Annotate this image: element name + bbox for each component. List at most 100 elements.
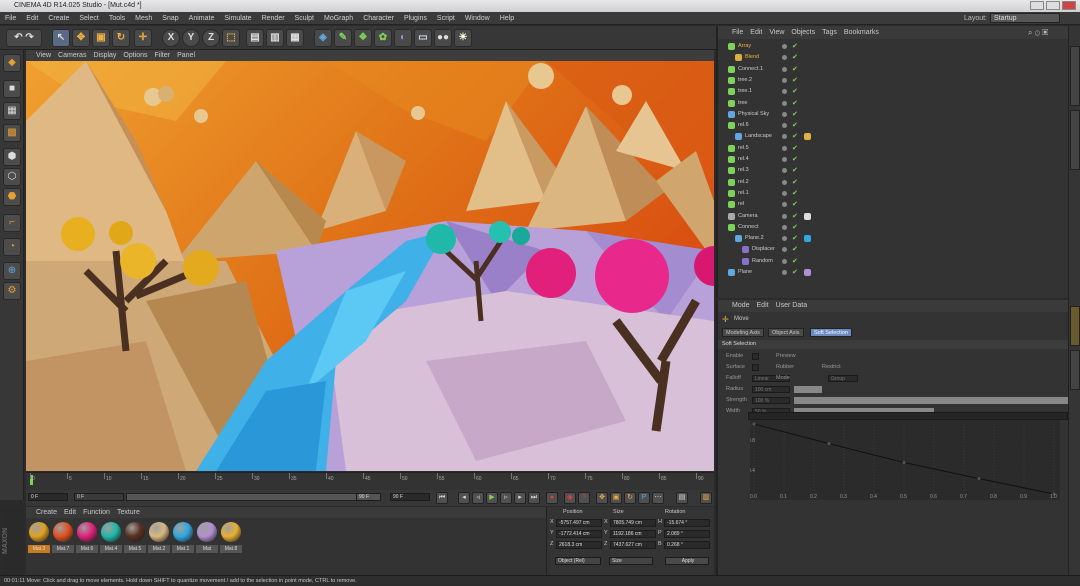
3d-viewport[interactable]	[26, 61, 714, 471]
prev-frame-icon[interactable]: ◃	[472, 492, 484, 504]
lock-icon[interactable]: ⚙	[3, 282, 21, 300]
enable-axis-icon[interactable]: ⌐	[3, 214, 21, 232]
key-pla-icon[interactable]: ⋯	[652, 492, 664, 504]
visibility-dot[interactable]	[782, 258, 787, 264]
object-row[interactable]: rel.2 ✔	[718, 177, 1070, 188]
visibility-dot[interactable]	[782, 168, 787, 174]
obj-menu-objects[interactable]: Objects	[791, 29, 815, 36]
obj-menu-edit[interactable]: Edit	[750, 29, 762, 36]
menu-character[interactable]: Character	[358, 12, 399, 25]
mat-menu-create[interactable]: Create	[36, 509, 57, 516]
attr-checkbox[interactable]	[752, 364, 759, 371]
visibility-dot[interactable]	[782, 55, 787, 61]
obj-menu-tags[interactable]: Tags	[822, 29, 837, 36]
key-position-icon[interactable]: ✥	[596, 492, 608, 504]
visibility-dot[interactable]	[782, 134, 787, 140]
object-tag-icon[interactable]	[804, 133, 811, 141]
tab-soft-selection[interactable]: Soft Selection	[810, 328, 852, 337]
object-tag-icon[interactable]	[804, 235, 811, 243]
record-icon[interactable]: ●	[546, 492, 558, 504]
max-frame-field[interactable]: 90 F	[390, 493, 430, 501]
start-frame-field[interactable]: 0 F	[74, 493, 124, 501]
camera-icon[interactable]: ●●	[434, 29, 452, 47]
array-icon[interactable]: ✿	[374, 29, 392, 47]
tab-layers[interactable]	[1070, 350, 1080, 390]
vp-menu-panel[interactable]: Panel	[177, 52, 195, 59]
material-swatch[interactable]: Mat.2	[148, 521, 170, 553]
maximize-button[interactable]	[1046, 1, 1060, 10]
next-frame-icon[interactable]: ▹	[500, 492, 512, 504]
enabled-check-icon[interactable]: ✔	[792, 244, 798, 255]
attr-checkbox[interactable]	[752, 353, 759, 360]
next-key-icon[interactable]: ▸	[514, 492, 526, 504]
goto-end-icon[interactable]: ⏭	[528, 492, 540, 504]
menu-file[interactable]: File	[0, 12, 21, 25]
visibility-dot[interactable]	[782, 236, 787, 242]
visibility-dot[interactable]	[782, 44, 787, 49]
scale-icon[interactable]: ▣	[92, 29, 110, 47]
material-swatch[interactable]: Mat.6	[76, 521, 98, 553]
vp-menu-display[interactable]: Display	[93, 52, 116, 59]
play-icon[interactable]: ▶	[486, 492, 498, 504]
size-mode-select[interactable]: Size	[609, 557, 653, 565]
object-row[interactable]: Displacer ✔	[718, 244, 1070, 255]
object-tag-icon[interactable]	[804, 269, 811, 276]
coord-mode-select[interactable]: Object (Rel)	[555, 557, 601, 565]
visibility-dot[interactable]	[782, 202, 787, 208]
object-row[interactable]: Array ✔	[718, 41, 1070, 52]
size-field[interactable]: 7437.627 cm	[610, 541, 656, 549]
mat-menu-function[interactable]: Function	[83, 509, 110, 516]
material-swatch[interactable]: Mat.5	[124, 521, 146, 553]
falloff-graph[interactable]: 1 0.8 0.4 0.0 0.1 0.2 0.3 0.4 0.5 0.6 0.7 0.8 0.9 1.…	[748, 420, 1060, 500]
position-field[interactable]: -1772.414 cm	[556, 530, 602, 538]
end-frame-field[interactable]: 90 F	[356, 493, 381, 501]
render-picture-icon[interactable]: ▥	[266, 29, 284, 47]
material-swatch[interactable]: Mat.8	[220, 521, 242, 553]
enabled-check-icon[interactable]: ✔	[792, 41, 798, 52]
keyframe-selection-icon[interactable]: ?	[578, 492, 590, 504]
obj-menu-file[interactable]: File	[732, 29, 743, 36]
visibility-dot[interactable]	[782, 89, 787, 95]
texture-mode-icon[interactable]: ▦	[3, 102, 21, 120]
vp-menu-filter[interactable]: Filter	[155, 52, 171, 59]
apply-button[interactable]: Apply	[665, 557, 709, 565]
recent-tool-icon[interactable]: ✛	[134, 29, 152, 47]
motion-icon[interactable]: ▥	[700, 492, 712, 504]
mat-menu-edit[interactable]: Edit	[64, 509, 76, 516]
object-row[interactable]: Camera ✔	[718, 211, 1070, 222]
attr-slider[interactable]	[794, 386, 822, 393]
object-row[interactable]: rel.5 ✔	[718, 143, 1070, 154]
visibility-dot[interactable]	[782, 100, 787, 106]
prev-key-icon[interactable]: ◂	[458, 492, 470, 504]
material-swatch[interactable]: Mat.1	[172, 521, 194, 553]
menu-mograph[interactable]: MoGraph	[319, 12, 358, 25]
points-mode-icon[interactable]: ⬢	[3, 148, 21, 166]
visibility-dot[interactable]	[782, 66, 787, 72]
visibility-dot[interactable]	[782, 270, 787, 275]
attr-value[interactable]: 100 cm	[752, 386, 790, 393]
object-row[interactable]: Connect ✔	[718, 222, 1070, 233]
world-coord-icon[interactable]: ⬚	[222, 29, 240, 47]
enabled-check-icon[interactable]: ✔	[792, 211, 798, 222]
object-row[interactable]: rel.1 ✔	[718, 188, 1070, 199]
object-row[interactable]: rel.4 ✔	[718, 154, 1070, 165]
render-settings-icon[interactable]: ▦	[286, 29, 304, 47]
tweak-icon[interactable]: ◔	[3, 238, 21, 256]
autokey-icon[interactable]: ◉	[564, 492, 576, 504]
model-mode-icon[interactable]: ■	[3, 80, 21, 98]
interpolation-icon[interactable]: ▤	[676, 492, 688, 504]
cube-icon[interactable]: ◈	[314, 29, 332, 47]
object-row[interactable]: tree ✔	[718, 98, 1070, 109]
object-row[interactable]: Random ✔	[718, 256, 1070, 267]
timeline-ruler[interactable]: 0 5 10 15 20 25 30 35 40 45 50 55 60 65 70 75 80 85 90	[26, 472, 714, 490]
visibility-dot[interactable]	[782, 111, 787, 117]
menu-sculpt[interactable]: Sculpt	[290, 12, 319, 25]
visibility-dot[interactable]	[782, 123, 787, 129]
current-frame-field[interactable]: 0 F	[28, 493, 68, 501]
floor-icon[interactable]: ▭	[414, 29, 432, 47]
visibility-dot[interactable]	[782, 179, 787, 185]
object-tag-icon[interactable]	[804, 212, 811, 220]
enabled-check-icon[interactable]: ✔	[792, 154, 798, 165]
menu-edit[interactable]: Edit	[21, 12, 43, 25]
enabled-check-icon[interactable]: ✔	[792, 143, 798, 154]
